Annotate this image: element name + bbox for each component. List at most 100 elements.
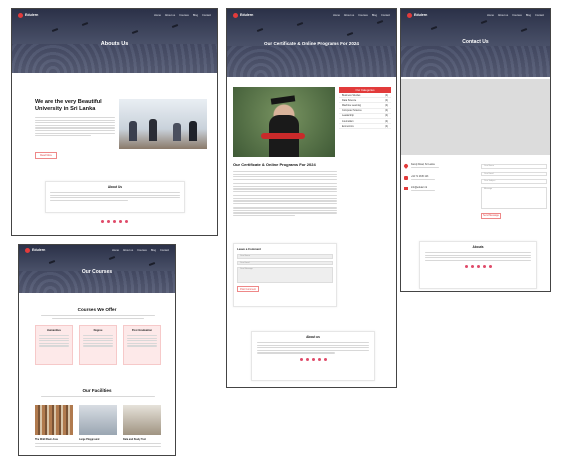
course-card[interactable]: Humanities: [35, 325, 73, 365]
map-embed[interactable]: [401, 79, 550, 155]
brand-logo[interactable]: Edulern: [18, 12, 39, 18]
category-name: Computer Science: [342, 109, 362, 113]
category-count: (4): [385, 103, 388, 107]
about-heading: We are the very Beautiful University in …: [35, 99, 102, 112]
facebook-icon[interactable]: [101, 220, 104, 223]
course-card-title: Post Graduation: [131, 329, 153, 332]
category-name: Journalism: [342, 119, 354, 123]
subject-input[interactable]: Your Subject: [481, 179, 547, 184]
nav-home[interactable]: Home: [154, 14, 161, 17]
nav-courses[interactable]: Courses: [179, 14, 189, 17]
logo-icon: [233, 12, 238, 18]
category-item[interactable]: Economics (4): [339, 124, 391, 130]
message-input[interactable]: Message: [481, 186, 547, 209]
about-card: About us: [251, 331, 375, 381]
facebook-icon[interactable]: [299, 357, 303, 361]
comment-form: Leave a Comment Your Name Your Email You…: [233, 243, 337, 307]
linkedin-icon[interactable]: [323, 357, 327, 361]
nav-contact[interactable]: Contact: [381, 14, 390, 17]
top-nav: Edulern Home About us Courses Blog Conta…: [401, 9, 550, 21]
nav-home[interactable]: Home: [333, 14, 340, 17]
post-comment-button[interactable]: Post Comment: [237, 286, 259, 292]
about-card-title: About Us: [107, 185, 123, 189]
facebook-icon[interactable]: [464, 265, 468, 269]
top-nav: Edulern Home About us Courses Blog Conta…: [19, 245, 175, 255]
brand-logo[interactable]: Edulern: [233, 12, 253, 18]
facilities-intro: [41, 396, 155, 399]
page-title: Contact Us: [462, 39, 489, 45]
nav-blog[interactable]: Blog: [372, 14, 377, 17]
read-more-button[interactable]: Read More: [35, 152, 57, 159]
nav-courses[interactable]: Courses: [137, 249, 147, 252]
course-card[interactable]: Post Graduation: [123, 325, 161, 365]
nav-contact[interactable]: Contact: [202, 14, 211, 17]
youtube-icon[interactable]: [119, 220, 122, 223]
twitter-icon[interactable]: [470, 265, 474, 269]
email-input[interactable]: Your Email: [237, 260, 333, 265]
meeting-photo: [119, 99, 207, 149]
brand-name: Edulern: [25, 13, 39, 17]
about-card: Abouts: [419, 241, 537, 289]
course-card[interactable]: Degree: [79, 325, 117, 365]
nav-about[interactable]: About us: [165, 14, 175, 17]
nav-courses[interactable]: Courses: [512, 14, 522, 17]
about-paragraph: [35, 117, 115, 138]
phone-icon: [404, 175, 408, 180]
about-card-title: About us: [306, 335, 320, 339]
email-input[interactable]: Your Email: [481, 171, 547, 176]
category-name: Data Science: [342, 98, 357, 102]
instagram-icon[interactable]: [311, 357, 315, 361]
top-nav: Edulern Home About us Courses Blog Conta…: [12, 9, 217, 21]
nav-home[interactable]: Home: [112, 249, 119, 252]
category-name: Leadership: [342, 114, 354, 118]
article-body: [233, 171, 337, 218]
nav-about[interactable]: About us: [123, 249, 133, 252]
certificate-hero: Edulern Home About us Courses Blog Conta…: [227, 9, 396, 77]
facilities-heading: Our Facilities: [82, 388, 112, 393]
linkedin-icon[interactable]: [488, 265, 492, 269]
section-title: Our Certificate & Online Programs For 20…: [233, 162, 316, 167]
page-title: Our Courses: [81, 269, 113, 275]
name-input[interactable]: Your Name: [481, 164, 547, 169]
category-name: Economics: [342, 124, 354, 128]
social-links: [425, 265, 531, 269]
nav-contact[interactable]: Contact: [535, 14, 544, 17]
nav-courses[interactable]: Courses: [358, 14, 368, 17]
nav-home[interactable]: Home: [487, 14, 494, 17]
contact-item: +94 71 2345 123: [404, 175, 474, 182]
nav-contact[interactable]: Contact: [160, 249, 169, 252]
top-nav: Edulern Home About us Courses Blog Conta…: [227, 9, 396, 21]
brand-logo[interactable]: Edulern: [25, 247, 45, 253]
twitter-icon[interactable]: [305, 357, 309, 361]
page-title: Our Certificate & Online Programs For 20…: [264, 41, 359, 46]
nav-about[interactable]: About us: [344, 14, 354, 17]
twitter-icon[interactable]: [107, 220, 110, 223]
message-input[interactable]: Your Message: [237, 267, 333, 283]
social-links: [257, 357, 369, 361]
brand-logo[interactable]: Edulern: [407, 12, 427, 18]
nav-blog[interactable]: Blog: [526, 14, 531, 17]
send-message-button[interactable]: Send Message: [481, 212, 501, 219]
graduate-photo: [233, 87, 335, 157]
instagram-icon[interactable]: [113, 220, 116, 223]
category-count: (4): [385, 119, 388, 123]
facility-title: Large Playground: [79, 438, 100, 441]
nav-blog[interactable]: Blog: [151, 249, 156, 252]
linkedin-icon[interactable]: [125, 220, 128, 223]
about-page-screenshot: Edulern Home About us Courses Blog Conta…: [11, 8, 218, 236]
contact-text: +94 71 2345 123: [411, 175, 429, 178]
name-input[interactable]: Your Name: [237, 254, 333, 259]
nav-about[interactable]: About us: [498, 14, 508, 17]
category-name: Machine Learning: [342, 103, 362, 107]
about-card: About Us: [45, 181, 185, 213]
contact-text: Kandy Road, Sri Lanka: [411, 164, 435, 166]
category-count: (4): [385, 98, 388, 102]
category-count: (4): [385, 109, 388, 113]
youtube-icon[interactable]: [317, 357, 321, 361]
playground-photo: [79, 405, 117, 435]
category-count: (4): [385, 93, 388, 97]
youtube-icon[interactable]: [482, 265, 486, 269]
instagram-icon[interactable]: [476, 265, 480, 269]
facility-title: The Wild Rlazn Area: [35, 438, 58, 441]
nav-blog[interactable]: Blog: [193, 14, 198, 17]
